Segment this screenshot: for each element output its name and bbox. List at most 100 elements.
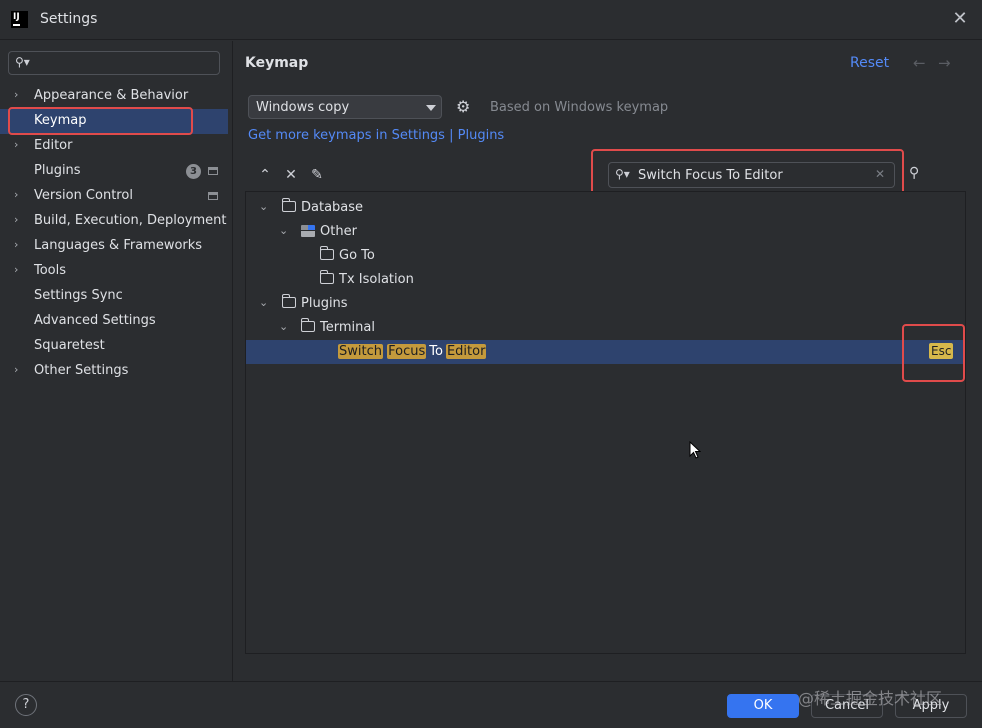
action-search-field[interactable]: ⚲▾ ✕: [608, 162, 895, 188]
sidebar-item-plugins[interactable]: Plugins 3: [0, 159, 228, 184]
more-keymaps-text[interactable]: Get more keymaps in Settings: [248, 128, 445, 143]
sidebar-item-build[interactable]: › Build, Execution, Deployment: [0, 209, 228, 234]
settings-search-field[interactable]: ⚲▾: [8, 51, 220, 75]
tree-node-label: Other: [320, 224, 357, 239]
sidebar-item-label: Version Control: [34, 188, 133, 203]
folder-icon: [320, 270, 334, 284]
search-icon: ⚲▾: [15, 55, 30, 69]
sidebar-item-label: Squaretest: [34, 338, 105, 353]
help-button[interactable]: ?: [15, 694, 37, 716]
chevron-right-icon[interactable]: ›: [14, 263, 26, 277]
sidebar-item-tools[interactable]: › Tools: [0, 259, 228, 284]
mouse-cursor-icon: [689, 441, 701, 459]
sidebar-item-label: Advanced Settings: [34, 313, 156, 328]
sidebar-item-label: Tools: [34, 263, 67, 278]
forward-arrow-icon[interactable]: →: [938, 54, 951, 72]
sidebar-item-label: Appearance & Behavior: [34, 88, 189, 103]
ok-button[interactable]: OK: [727, 694, 799, 718]
tree-node-other[interactable]: ⌄ Other: [246, 220, 965, 244]
expand-all-icon[interactable]: ⌃: [256, 166, 274, 184]
tree-node-switch-focus-to-editor[interactable]: Switch Focus To Editor Esc: [246, 340, 965, 364]
plugins-link[interactable]: Plugins: [458, 128, 505, 143]
more-keymaps-link[interactable]: Get more keymaps in Settings | Plugins: [248, 128, 504, 143]
title-bar: IJ Settings ✕: [0, 0, 982, 40]
sidebar-item-advanced-settings[interactable]: Advanced Settings: [0, 309, 228, 334]
sidebar-item-keymap[interactable]: Keymap: [0, 109, 228, 134]
search-icon: ⚲▾: [615, 167, 630, 181]
intellij-logo-icon: IJ: [11, 11, 28, 28]
sidebar-item-settings-sync[interactable]: Settings Sync: [0, 284, 228, 309]
updates-count-badge: 3: [186, 164, 201, 179]
sidebar-item-label: Build, Execution, Deployment: [34, 213, 227, 228]
based-on-text: Based on Windows keymap: [490, 100, 669, 115]
chevron-right-icon[interactable]: ›: [14, 188, 26, 202]
gear-icon[interactable]: ⚙: [456, 98, 474, 116]
link-separator: |: [449, 128, 454, 143]
folder-icon: [320, 246, 334, 260]
action-label-word: To: [429, 344, 443, 359]
sidebar-item-languages[interactable]: › Languages & Frameworks: [0, 234, 228, 259]
close-icon[interactable]: ✕: [951, 10, 969, 28]
sidebar-item-editor[interactable]: › Editor: [0, 134, 228, 159]
chevron-down-icon[interactable]: ⌄: [259, 296, 271, 309]
sidebar-item-version-control[interactable]: › Version Control: [0, 184, 228, 209]
action-search-input[interactable]: [638, 166, 870, 184]
folder-icon: [301, 318, 315, 332]
chevron-right-icon[interactable]: ›: [14, 363, 26, 377]
sidebar-item-squaretest[interactable]: Squaretest: [0, 334, 228, 359]
clear-search-icon[interactable]: ✕: [875, 167, 885, 181]
sidebar-item-appearance-behavior[interactable]: › Appearance & Behavior: [0, 84, 228, 109]
chevron-right-icon[interactable]: ›: [14, 138, 26, 152]
chevron-right-icon[interactable]: ›: [14, 238, 26, 252]
find-by-shortcut-icon[interactable]: ⚲: [909, 165, 929, 185]
tree-node-label: Go To: [339, 248, 375, 263]
sidebar-item-other-settings[interactable]: › Other Settings: [0, 359, 228, 384]
folder-icon: [282, 198, 296, 212]
keymap-dropdown-value: Windows copy: [256, 100, 350, 115]
tree-node-database[interactable]: ⌄ Database: [246, 196, 965, 220]
chevron-down-icon[interactable]: ⌄: [259, 200, 271, 213]
tree-node-terminal[interactable]: ⌄ Terminal: [246, 316, 965, 340]
tree-node-label: Database: [301, 200, 364, 215]
chevron-right-icon[interactable]: ›: [14, 213, 26, 227]
cancel-button[interactable]: Cancel: [811, 694, 883, 718]
chevron-down-icon: [426, 105, 436, 111]
tree-node-plugins[interactable]: ⌄ Plugins: [246, 292, 965, 316]
keymap-action-tree: ⌄ Database ⌄ Other Go To Tx Isolation ⌄ …: [245, 191, 966, 654]
sidebar-item-label: Editor: [34, 138, 73, 153]
back-arrow-icon[interactable]: ←: [913, 54, 926, 72]
chevron-down-icon[interactable]: ⌄: [279, 320, 291, 333]
sidebar-item-label: Other Settings: [34, 363, 129, 378]
match-highlight: Editor: [445, 344, 487, 359]
page-title: Keymap: [245, 55, 309, 71]
match-highlight: Focus: [387, 344, 427, 359]
project-settings-icon: [208, 192, 218, 200]
shortcut-badge: Esc: [929, 343, 954, 359]
sidebar-item-label: Keymap: [34, 113, 87, 128]
tree-node-label: Terminal: [320, 320, 375, 335]
keymap-dropdown[interactable]: Windows copy: [248, 95, 442, 119]
window-title: Settings: [40, 11, 98, 27]
sidebar-item-label: Plugins: [34, 163, 81, 178]
match-highlight: Switch: [338, 344, 383, 359]
sidebar-item-label: Languages & Frameworks: [34, 238, 203, 253]
apply-button[interactable]: Apply: [895, 694, 967, 718]
chevron-right-icon[interactable]: ›: [14, 88, 26, 102]
tree-node-go-to[interactable]: Go To: [246, 244, 965, 268]
folder-icon: [282, 294, 296, 308]
settings-sidebar: ⚲▾ › Appearance & Behavior Keymap › Edit…: [0, 41, 233, 681]
reset-link[interactable]: Reset: [850, 55, 889, 71]
dialog-footer: ? OK Cancel Apply @稀土掘金技术社区: [0, 681, 982, 728]
collapse-all-icon[interactable]: ✕: [282, 166, 300, 184]
project-settings-icon: [208, 167, 218, 175]
action-group-icon: [301, 225, 315, 237]
tree-node-tx-isolation[interactable]: Tx Isolation: [246, 268, 965, 292]
chevron-down-icon[interactable]: ⌄: [279, 224, 291, 237]
sidebar-item-label: Settings Sync: [34, 288, 123, 303]
settings-search-input[interactable]: [37, 54, 213, 72]
tree-node-label: Tx Isolation: [339, 272, 414, 287]
keymap-panel: Keymap Reset ← → Windows copy ⚙ Based on…: [234, 41, 982, 681]
tree-node-label: Plugins: [301, 296, 348, 311]
edit-shortcut-icon[interactable]: ✎: [308, 166, 326, 184]
action-label: Switch Focus To Editor: [338, 344, 487, 359]
